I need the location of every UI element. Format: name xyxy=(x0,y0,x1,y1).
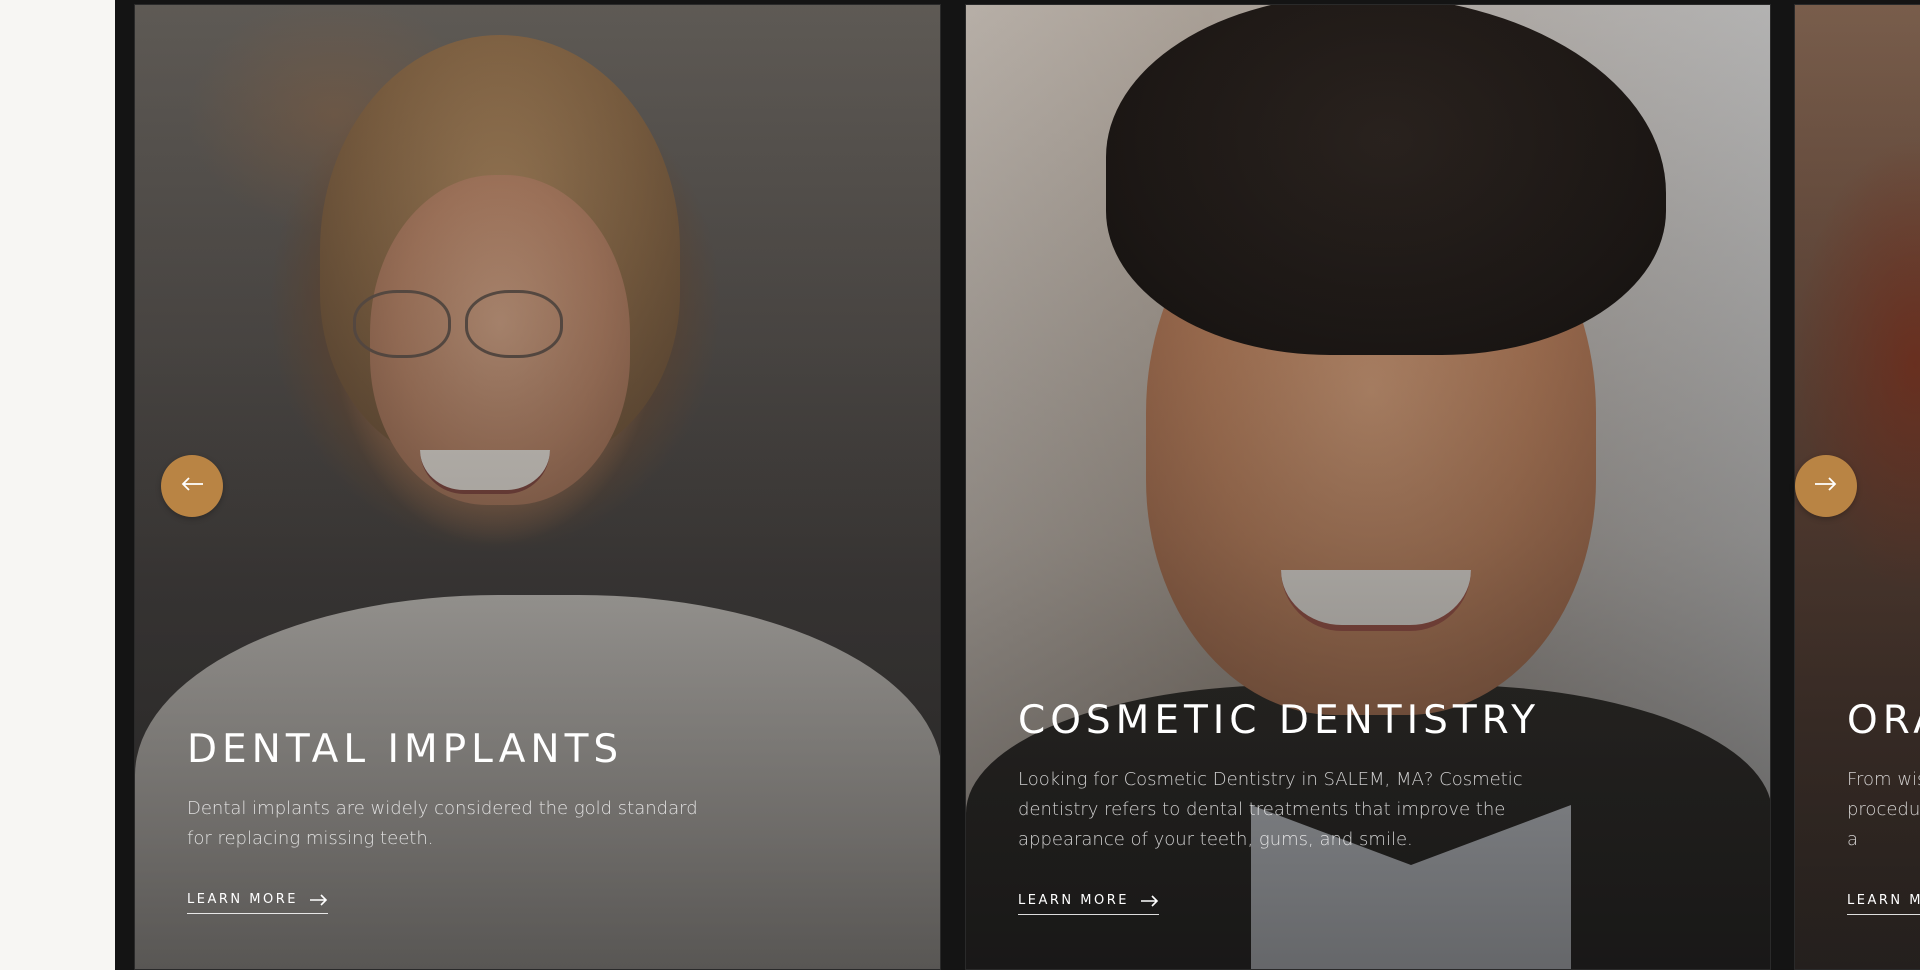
learn-more-link[interactable]: LEARN M xyxy=(1847,893,1920,915)
learn-more-label: LEARN MORE xyxy=(187,892,298,907)
arrow-right-icon xyxy=(309,893,328,906)
learn-more-label: LEARN M xyxy=(1847,893,1920,908)
carousel-next-button[interactable] xyxy=(1795,455,1857,517)
learn-more-link[interactable]: LEARN MORE xyxy=(1018,893,1159,915)
card-description: Dental implants are widely considered th… xyxy=(187,798,698,849)
carousel-prev-button[interactable] xyxy=(161,455,223,517)
arrow-right-icon xyxy=(1140,894,1159,907)
service-card-dental-implants[interactable]: DENTAL IMPLANTS Dental implants are wide… xyxy=(134,4,941,970)
arrow-left-icon xyxy=(181,476,203,496)
card-content: COSMETIC DENTISTRY Looking for Cosmetic … xyxy=(1018,698,1730,915)
card-description: Looking for Cosmetic Dentistry in SALEM,… xyxy=(1018,769,1523,850)
page: DENTAL IMPLANTS Dental implants are wide… xyxy=(0,0,1920,970)
service-card-cosmetic-dentistry[interactable]: COSMETIC DENTISTRY Looking for Cosmetic … xyxy=(965,4,1771,970)
arrow-right-icon xyxy=(1815,476,1837,496)
card-title: COSMETIC DENTISTRY xyxy=(1018,698,1541,743)
card-description: From wis procedu comfort a xyxy=(1847,769,1920,850)
learn-more-label: LEARN MORE xyxy=(1018,893,1129,908)
page-margin xyxy=(0,0,115,970)
learn-more-link[interactable]: LEARN MORE xyxy=(187,892,328,914)
card-content: DENTAL IMPLANTS Dental implants are wide… xyxy=(187,727,900,914)
card-title: DENTAL IMPLANTS xyxy=(187,727,624,772)
card-content: ORA From wis procedu comfort a LEARN M xyxy=(1847,698,1920,915)
card-title: ORA xyxy=(1847,698,1920,743)
